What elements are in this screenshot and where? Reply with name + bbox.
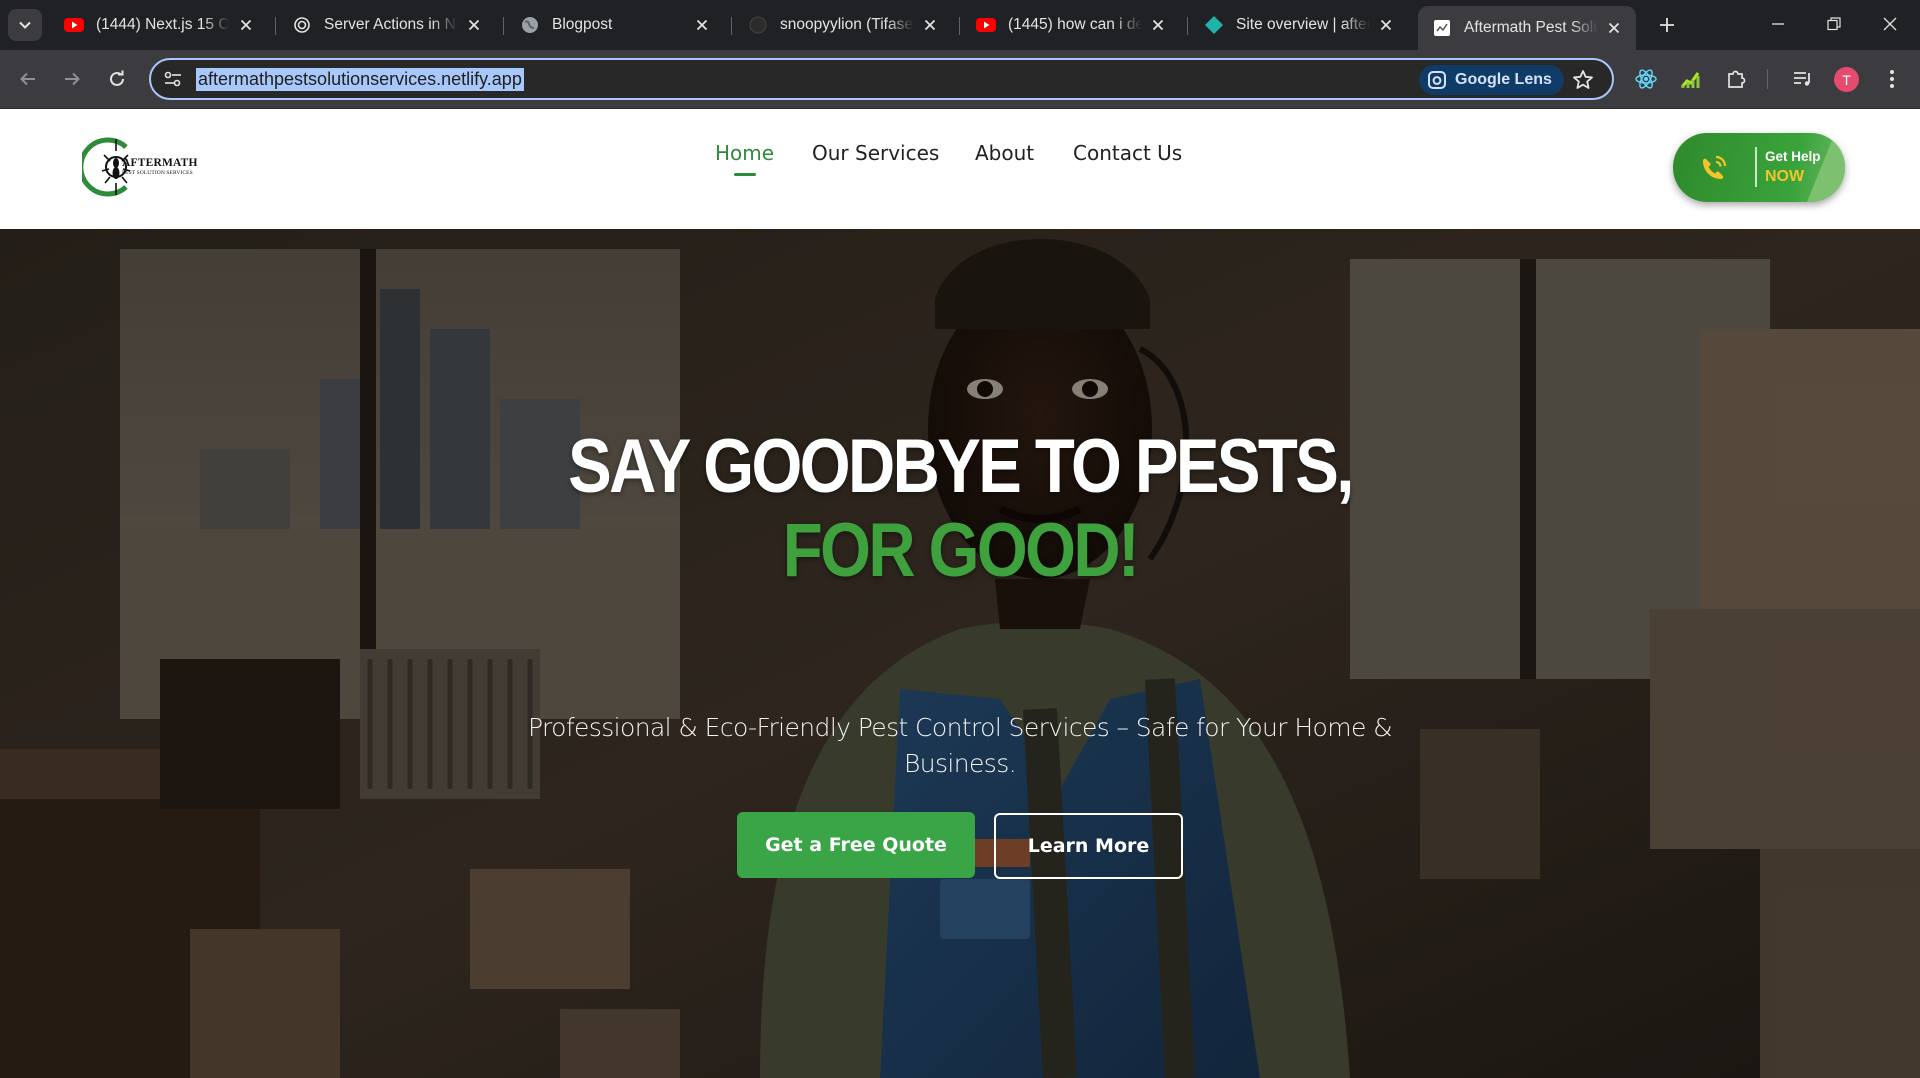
tab-title: (1445) how can i deploy [1008, 16, 1142, 33]
tab-title: Site overview | aftermath [1236, 16, 1370, 33]
address-bar[interactable]: aftermathpestsolutionservices.netlify.ap… [149, 58, 1614, 100]
forward-button[interactable] [53, 60, 91, 98]
toolbar-separator [1767, 69, 1768, 89]
chevron-down-icon [19, 21, 31, 29]
minimize-icon [1772, 23, 1784, 25]
plus-icon [1660, 18, 1674, 32]
restore-button[interactable] [1806, 0, 1862, 48]
playlist-icon [1794, 72, 1810, 86]
close-icon[interactable] [1604, 18, 1624, 38]
forward-arrow-icon [65, 72, 80, 86]
browser-menu-button[interactable] [1876, 63, 1908, 95]
browser-tab[interactable]: Server Actions in Next.js [278, 8, 496, 42]
browser-toolbar: aftermathpestsolutionservices.netlify.ap… [0, 50, 1920, 109]
tab-separator [503, 17, 504, 35]
browser-tab[interactable]: Blogpost [506, 8, 724, 42]
close-icon[interactable] [464, 15, 484, 35]
button-stripe [1807, 133, 1845, 202]
tab-separator [731, 17, 732, 35]
hero-title-accent: FOR GOOD! [782, 508, 1140, 593]
site-info-icon[interactable] [163, 69, 183, 89]
hero-section: SAY GOODBYE TO PESTS, FOR GOOD! Professi… [0, 229, 1920, 1078]
bookmark-star-icon[interactable] [1571, 68, 1595, 92]
cta-line1: Get Help [1765, 149, 1821, 164]
close-icon[interactable] [1376, 15, 1396, 35]
url-text[interactable]: aftermathpestsolutionservices.netlify.ap… [196, 68, 524, 91]
close-icon[interactable] [236, 15, 256, 35]
get-free-quote-button[interactable]: Get a Free Quote [737, 812, 975, 878]
minimize-button[interactable] [1750, 0, 1806, 48]
nav-contact-us[interactable]: Contact Us [1073, 141, 1182, 165]
reload-button[interactable] [98, 60, 136, 98]
youtube-icon [64, 15, 84, 35]
hero-overlay [0, 229, 1920, 1078]
site-header: AFTERMATH PEST SOLUTION SERVICES Home Ou… [0, 109, 1920, 229]
google-lens-button[interactable]: Google Lens [1419, 65, 1564, 95]
browser-tab[interactable]: snoopyylion (Tifase Ochuko) [734, 8, 952, 42]
close-icon[interactable] [692, 15, 712, 35]
nav-about[interactable]: About [975, 141, 1034, 165]
tab-title: Blogpost [552, 16, 613, 33]
close-window-button[interactable] [1862, 0, 1918, 48]
github-icon [748, 15, 768, 35]
analytics-extension[interactable] [1674, 63, 1706, 95]
signal-bars-icon [1680, 72, 1700, 88]
tab-separator [1187, 17, 1188, 35]
learn-more-button[interactable]: Learn More [994, 813, 1183, 879]
lens-icon [1428, 71, 1446, 89]
close-icon[interactable] [920, 15, 940, 35]
globe-icon [520, 15, 540, 35]
tab-search-button[interactable] [8, 9, 42, 41]
media-controls-button[interactable] [1786, 63, 1818, 95]
cta-line2: NOW [1765, 168, 1805, 185]
web-page: AFTERMATH PEST SOLUTION SERVICES Home Ou… [0, 109, 1920, 1078]
back-button[interactable] [9, 60, 47, 98]
tab-title: snoopyylion (Tifase Ochuko) [780, 16, 914, 33]
browser-tab[interactable]: (1444) Next.js 15 Crash Course [50, 8, 268, 42]
button-divider [1755, 147, 1757, 187]
openai-icon [292, 15, 312, 35]
react-icon [1635, 69, 1657, 89]
tab-title: (1444) Next.js 15 Crash Course [96, 16, 230, 33]
hero-subtitle: Professional & Eco-Friendly Pest Control… [527, 713, 1393, 778]
youtube-icon [976, 15, 996, 35]
nav-home[interactable]: Home [715, 141, 774, 165]
extensions-button[interactable] [1720, 63, 1752, 95]
restore-icon [1827, 17, 1841, 31]
close-icon [1883, 17, 1897, 31]
tab-separator [275, 17, 276, 35]
google-lens-label: Google Lens [1455, 71, 1552, 88]
netlify-icon [1204, 15, 1224, 35]
tab-separator [959, 17, 960, 35]
get-help-now-button[interactable]: Get Help NOW [1673, 133, 1845, 202]
tab-title: Server Actions in Next.js [324, 16, 458, 33]
puzzle-icon [1728, 70, 1746, 88]
close-icon[interactable] [1148, 15, 1168, 35]
nav-active-indicator [734, 173, 756, 176]
browser-tab[interactable]: (1445) how can i deploy [962, 8, 1180, 42]
hero-title-main: SAY GOODBYE TO PESTS, [568, 424, 1354, 509]
browser-tab-active[interactable]: Aftermath Pest Solution Services [1418, 6, 1636, 50]
nav-our-services[interactable]: Our Services [812, 141, 939, 165]
tab-title: Aftermath Pest Solution Services [1464, 19, 1598, 36]
page-icon [1432, 18, 1452, 38]
phone-ringing-icon [1703, 155, 1727, 179]
hero-title: SAY GOODBYE TO PESTS, FOR GOOD! [513, 425, 1407, 593]
reload-icon [110, 70, 124, 86]
main-nav: Home Our Services About Contact Us [0, 141, 1920, 181]
new-tab-button[interactable] [1652, 10, 1682, 40]
tab-strip: (1444) Next.js 15 Crash Course Server Ac… [0, 0, 1920, 50]
browser-tab[interactable]: Site overview | aftermath [1190, 8, 1408, 42]
kebab-menu-icon [1890, 70, 1894, 88]
react-devtools-extension[interactable] [1630, 63, 1662, 95]
back-arrow-icon [20, 72, 35, 86]
profile-avatar[interactable]: T [1834, 67, 1859, 92]
